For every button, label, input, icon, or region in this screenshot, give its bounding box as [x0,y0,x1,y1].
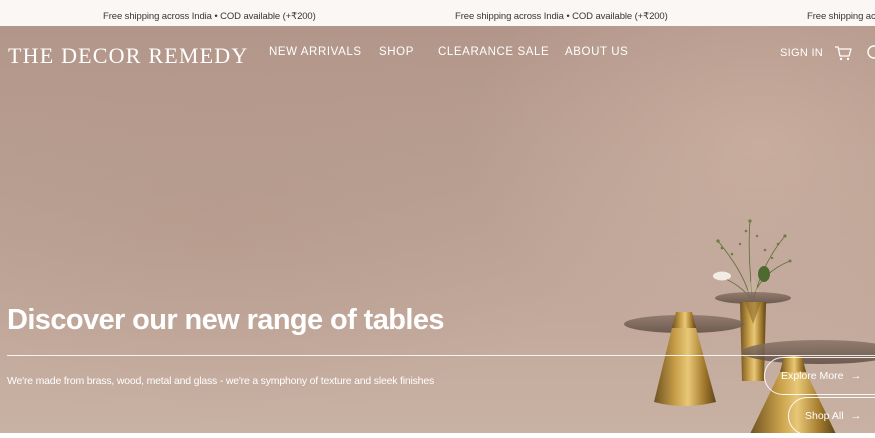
shop-all-label: Shop All [805,410,844,422]
nav-about-us[interactable]: ABOUT US [565,46,628,58]
announcement-text: Free shipping across India • COD availab… [103,11,316,22]
announcement-text: Free shipping across India • COD availab… [807,11,875,22]
nav-clearance-sale[interactable]: CLEARANCE SALE [438,46,549,58]
page-bottom-strip [0,433,875,438]
nav-shop[interactable]: SHOP [379,46,414,58]
arrow-right-icon: → [850,410,862,422]
explore-more-button[interactable]: Explore More → [764,357,875,395]
search-icon[interactable] [866,44,875,62]
sign-in-link[interactable]: SIGN IN [780,47,823,59]
announcement-bar: Free shipping across India • COD availab… [0,0,875,26]
arrow-right-icon: → [850,370,862,382]
explore-more-label: Explore More [781,370,844,382]
nav-new-arrivals[interactable]: NEW ARRIVALS [269,46,362,58]
hero-headline: Discover our new range of tables [7,304,444,336]
hero-banner: THE DECOR REMEDY NEW ARRIVALS SHOP CLEAR… [0,26,875,433]
hero-divider [7,355,875,356]
cart-icon[interactable] [834,44,852,62]
hero-subtext: We're made from brass, wood, metal and g… [7,375,435,387]
shop-all-button[interactable]: Shop All → [788,397,875,433]
site-logo[interactable]: THE DECOR REMEDY [8,43,248,69]
announcement-text: Free shipping across India • COD availab… [455,11,668,22]
